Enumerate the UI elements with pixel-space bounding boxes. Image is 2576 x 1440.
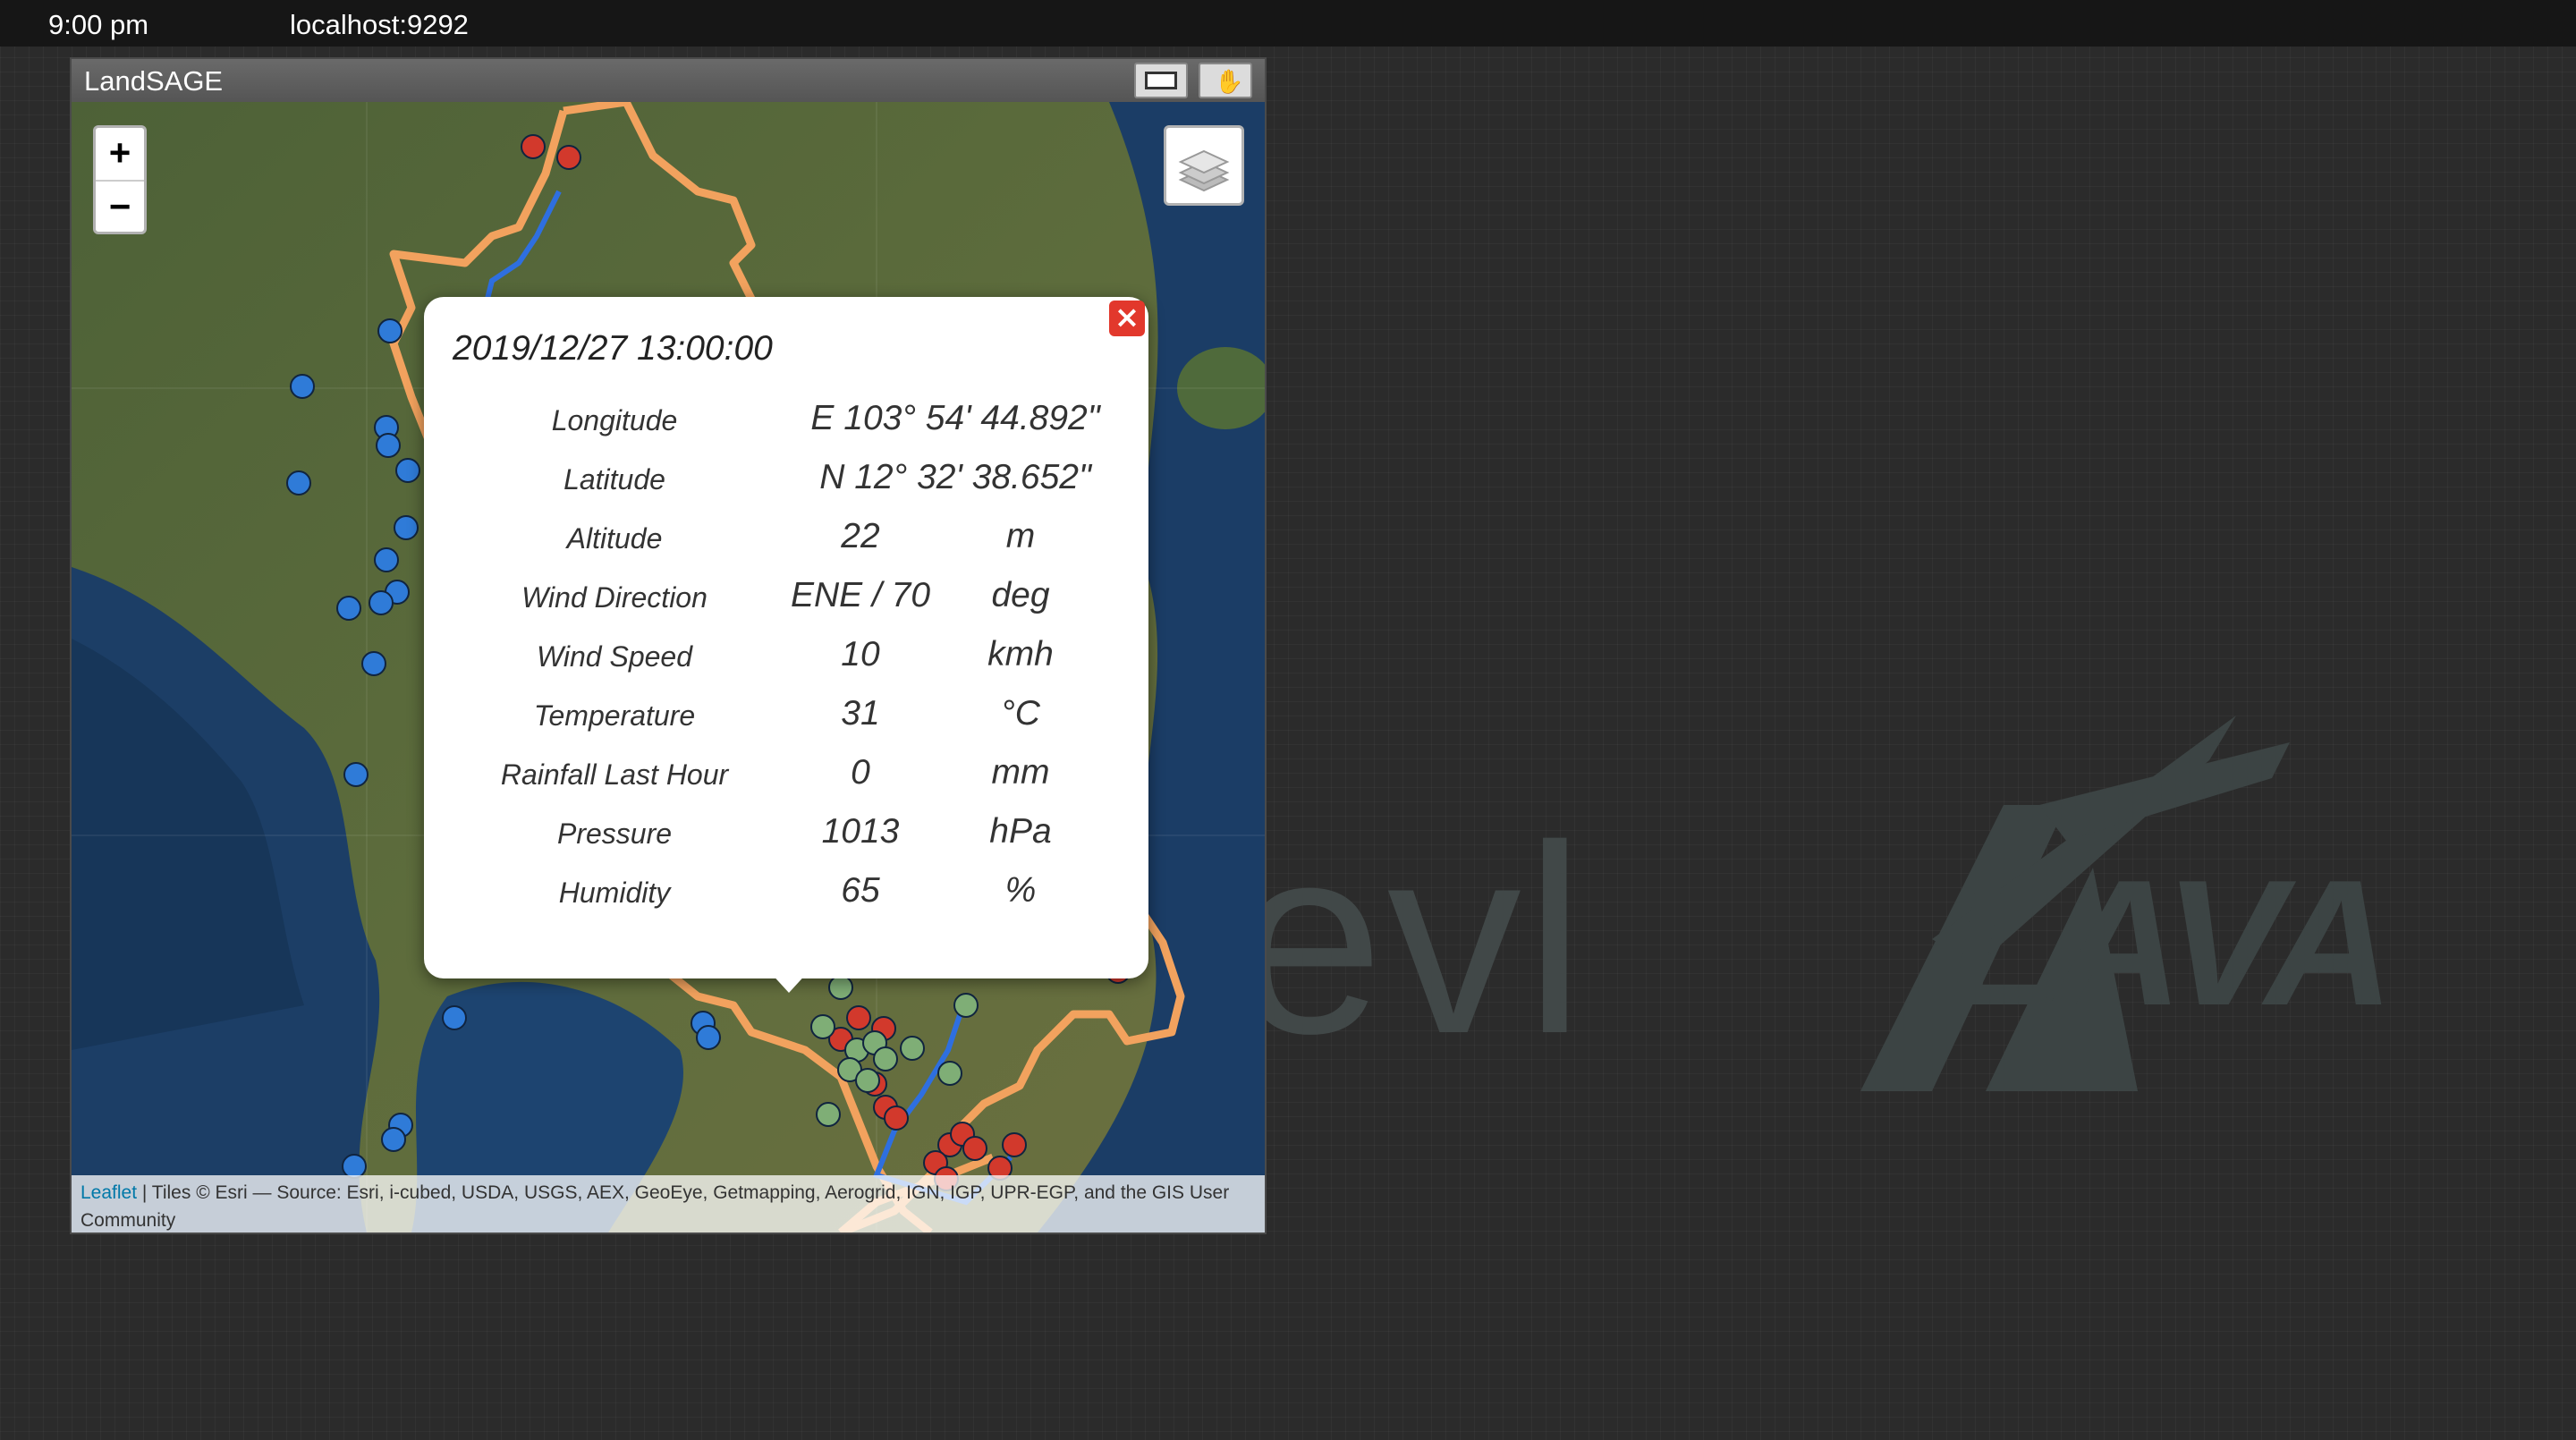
url-label: localhost:9292: [290, 9, 469, 40]
row-value: 31: [841, 694, 880, 733]
lava-text: LAVA: [1950, 843, 2394, 1043]
row-unit: deg: [991, 576, 1050, 614]
leaflet-link[interactable]: Leaflet: [80, 1182, 137, 1203]
row-value: 22: [841, 517, 880, 555]
row-wind-direction: Wind Direction ENE / 70 deg: [424, 572, 1148, 631]
row-unit: hPa: [989, 812, 1052, 851]
row-humidity: Humidity 65 %: [424, 868, 1148, 927]
zoom-in-button[interactable]: +: [96, 128, 144, 182]
row-unit: kmh: [987, 635, 1054, 673]
popup-tip: [769, 971, 809, 993]
station-popup: × 2019/12/27 13:00:00 Longitude E 103° 5…: [424, 297, 1148, 993]
drag-hand-button[interactable]: ✋: [1199, 63, 1252, 98]
row-label: Altitude: [566, 522, 663, 555]
row-latitude: Latitude N 12° 32' 38.652": [424, 454, 1148, 513]
row-label: Longitude: [551, 404, 678, 436]
row-label: Temperature: [533, 699, 696, 732]
zoom-out-button[interactable]: −: [96, 182, 144, 233]
row-label: Rainfall Last Hour: [500, 758, 729, 791]
zoom-control: + −: [93, 125, 147, 234]
hand-icon: ✋: [1215, 68, 1244, 95]
row-altitude: Altitude 22 m: [424, 513, 1148, 572]
system-status-bar: 9:00 pm localhost:9292: [0, 0, 2576, 47]
window-titlebar[interactable]: LandSAGE ✋: [72, 59, 1265, 102]
row-unit: °C: [1001, 694, 1040, 733]
window-icon: [1145, 72, 1177, 89]
row-value: 0: [851, 753, 870, 792]
row-unit: %: [1004, 871, 1037, 910]
row-label: Wind Direction: [521, 581, 708, 614]
row-value: ENE / 70: [790, 576, 931, 614]
map-view[interactable]: + − Leaflet | Tiles © Esri — Source: Esr…: [72, 102, 1265, 1232]
close-button[interactable]: ×: [1109, 301, 1145, 336]
row-value: 65: [841, 871, 880, 910]
row-longitude: Longitude E 103° 54' 44.892": [424, 395, 1148, 454]
row-rainfall: Rainfall Last Hour 0 mm: [424, 750, 1148, 809]
row-label: Wind Speed: [536, 640, 693, 673]
row-label: Pressure: [556, 817, 673, 850]
row-value: 10: [841, 635, 880, 673]
landsage-window: LandSAGE ✋ + − Leaflet | Tiles © Esri — …: [70, 57, 1267, 1234]
layers-button[interactable]: [1164, 125, 1244, 206]
row-value: E 103° 54' 44.892": [810, 399, 1100, 437]
popup-datetime: 2019/12/27 13:00:00: [453, 329, 773, 368]
row-value: N 12° 32' 38.652": [819, 458, 1091, 496]
map-attribution: Leaflet | Tiles © Esri — Source: Esri, i…: [72, 1175, 1265, 1232]
row-unit: mm: [991, 753, 1050, 792]
window-title: LandSAGE: [84, 65, 224, 97]
clock: 9:00 pm: [48, 9, 149, 40]
maximize-button[interactable]: [1134, 63, 1188, 98]
row-wind-speed: Wind Speed 10 kmh: [424, 631, 1148, 690]
row-label: Humidity: [558, 877, 671, 909]
row-unit: m: [1005, 517, 1036, 555]
row-pressure: Pressure 1013 hPa: [424, 809, 1148, 868]
layers-icon: [1178, 149, 1230, 192]
row-value: 1013: [821, 812, 900, 851]
attribution-text: | Tiles © Esri — Source: Esri, i-cubed, …: [80, 1182, 1230, 1231]
evl-text: evl: [1234, 789, 1589, 1089]
row-temperature: Temperature 31 °C: [424, 690, 1148, 750]
row-label: Latitude: [564, 463, 665, 496]
